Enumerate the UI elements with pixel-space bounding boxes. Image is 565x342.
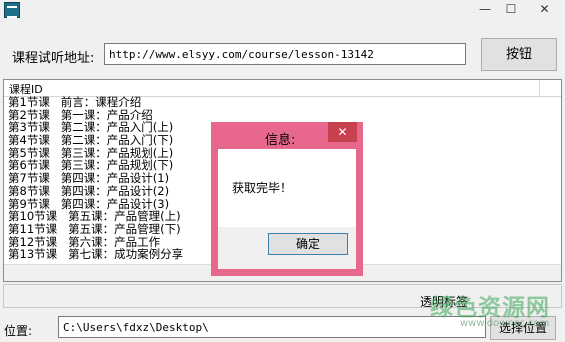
choose-location-button[interactable]: 选择位置 [490, 316, 556, 340]
ok-button[interactable]: 确定 [268, 233, 348, 255]
list-item[interactable]: 第8节课 第四课：产品设计(2) [8, 185, 183, 198]
list-item[interactable]: 第7节课 第四课：产品设计(1) [8, 172, 183, 185]
dialog-body: 获取完毕！ 确定 [218, 149, 356, 269]
list-rows: 第1节课 前言：课程介绍 第2节课 第一课：产品介绍 第3节课 第二课：产品入门… [8, 96, 183, 261]
title-bar: — ☐ ✕ [0, 0, 565, 22]
minimize-button[interactable]: — [472, 0, 498, 18]
list-item[interactable]: 第11节课 第五课：产品管理(下) [8, 223, 183, 236]
app-icon [4, 2, 20, 18]
url-label: 课程试听地址: [12, 51, 95, 66]
list-item[interactable]: 第13节课 第七课：成功案例分享 [8, 248, 183, 261]
path-label: 位置: [4, 324, 33, 338]
url-input[interactable]: http://www.elsyy.com/course/lesson-13142 [104, 43, 466, 65]
dialog-message: 获取完毕！ [232, 181, 293, 195]
status-bar [3, 284, 562, 308]
column-divider[interactable] [539, 80, 540, 96]
dialog-close-button[interactable]: ✕ [328, 122, 357, 142]
path-input[interactable]: C:\Users\fdxz\Desktop\ [58, 316, 486, 338]
list-item[interactable]: 第10节课 第五课：产品管理(上) [8, 210, 183, 223]
dialog-title: 信息: [265, 133, 296, 148]
list-item[interactable]: 第4节课 第二课：产品入门(下) [8, 134, 183, 147]
list-item[interactable]: 第1节课 前言：课程介绍 [8, 96, 183, 109]
go-button[interactable]: 按钮 [481, 38, 557, 71]
opacity-label[interactable]: 透明标签 [420, 293, 468, 310]
info-dialog: 信息: ✕ 获取完毕！ 确定 [211, 122, 363, 276]
close-button[interactable]: ✕ [524, 0, 565, 18]
maximize-button[interactable]: ☐ [498, 0, 524, 18]
